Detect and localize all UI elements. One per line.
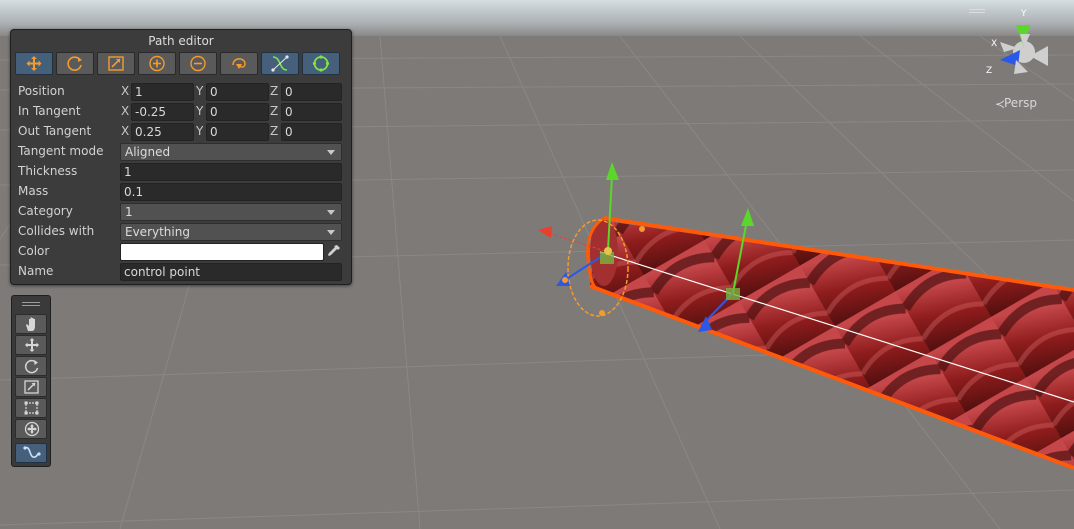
position-z-axis-label: Z [270,84,279,98]
color-swatch[interactable] [120,243,324,261]
collides-with-dropdown[interactable]: Everything [120,223,342,241]
collides-with-label: Collides with [18,224,95,238]
category-value: 1 [125,205,133,219]
add-point-button[interactable] [138,52,176,75]
rotate-tool-button[interactable] [15,356,47,376]
name-label: Name [18,264,54,278]
rotate-button[interactable] [56,52,94,75]
tools-overlay [11,295,51,467]
transform-tool-button[interactable] [15,419,47,439]
remove-point-icon [190,55,206,72]
menu-grip-icon[interactable] [969,9,985,10]
move-tool-button[interactable] [15,335,47,355]
tangent-mode-label: Tangent mode [18,144,104,158]
out-tangent-z-axis-label: Z [270,124,279,138]
gizmo-z-label: Z [986,66,992,76]
rotate-icon [24,359,39,374]
out-tangent-y-field[interactable]: 0 [206,123,269,141]
projection-label[interactable]: Persp [1004,96,1037,110]
scale-icon [24,380,39,394]
position-y-axis-label: Y [196,84,204,98]
scale-tool-button[interactable] [15,377,47,397]
out-tangent-z-field[interactable]: 0 [281,123,342,141]
gizmo-x-label: X [991,39,997,49]
move-button[interactable] [15,52,53,75]
position-z-field[interactable]: 0 [281,83,342,101]
rect-tool-button[interactable] [15,398,47,418]
chevron-down-icon [327,210,335,215]
in-tangent-z-axis-label: Z [270,104,279,118]
move-icon [26,56,42,71]
eyedropper-icon[interactable] [327,244,341,258]
hand-tool-button[interactable] [15,314,47,334]
mass-field[interactable]: 0.1 [120,183,342,201]
chevron-down-icon [327,150,335,155]
mass-label: Mass [18,184,49,198]
position-label: Position [18,84,65,98]
transform-icon [24,421,40,437]
out-tangent-x-axis-label: X [121,124,130,138]
path-tool-button[interactable] [15,443,47,463]
category-dropdown[interactable]: 1 [120,203,342,221]
out-tangent-x-field[interactable]: 0.25 [131,123,194,141]
hand-icon [26,317,35,331]
position-x-field[interactable]: 1 [131,83,194,101]
move-icon [25,338,39,352]
thickness-icon [312,55,330,72]
tangent-icon [271,55,289,72]
in-tangent-y-field[interactable]: 0 [206,103,269,121]
scale-button[interactable] [97,52,135,75]
in-tangent-z-field[interactable]: 0 [281,103,342,121]
thickness-button[interactable] [302,52,340,75]
panel-title: Path editor [148,34,214,48]
position-x-axis-label: X [121,84,130,98]
remove-point-button[interactable] [179,52,217,75]
collides-with-value: Everything [125,225,190,239]
position-y-field[interactable]: 0 [206,83,269,101]
out-tangent-y-axis-label: Y [196,124,204,138]
gizmo-y-label: Y [1020,9,1027,19]
orient-button[interactable] [220,52,258,75]
scale-icon [108,56,124,71]
in-tangent-y-axis-label: Y [196,104,204,118]
in-tangent-x-axis-label: X [121,104,130,118]
path-editor-panel: Path editor Position X 1 Y 0 Z 0 In Tang… [10,29,352,285]
orient-icon [232,58,246,69]
thickness-label: Thickness [18,164,78,178]
name-field[interactable]: control point [120,263,342,281]
thickness-field[interactable]: 1 [120,163,342,181]
color-label: Color [18,244,50,258]
add-point-icon [149,55,165,72]
drag-handle-icon[interactable] [22,302,40,303]
chevron-down-icon [327,230,335,235]
tangent-mode-value: Aligned [125,145,171,159]
tangent-button[interactable] [261,52,299,75]
tangent-mode-dropdown[interactable]: Aligned [120,143,342,161]
category-label: Category [18,204,73,218]
in-tangent-label: In Tangent [18,104,81,118]
in-tangent-x-field[interactable]: -0.25 [131,103,194,121]
path-icon [23,446,41,458]
rotate-icon [67,56,82,71]
rect-icon [24,401,39,415]
out-tangent-label: Out Tangent [18,124,92,138]
